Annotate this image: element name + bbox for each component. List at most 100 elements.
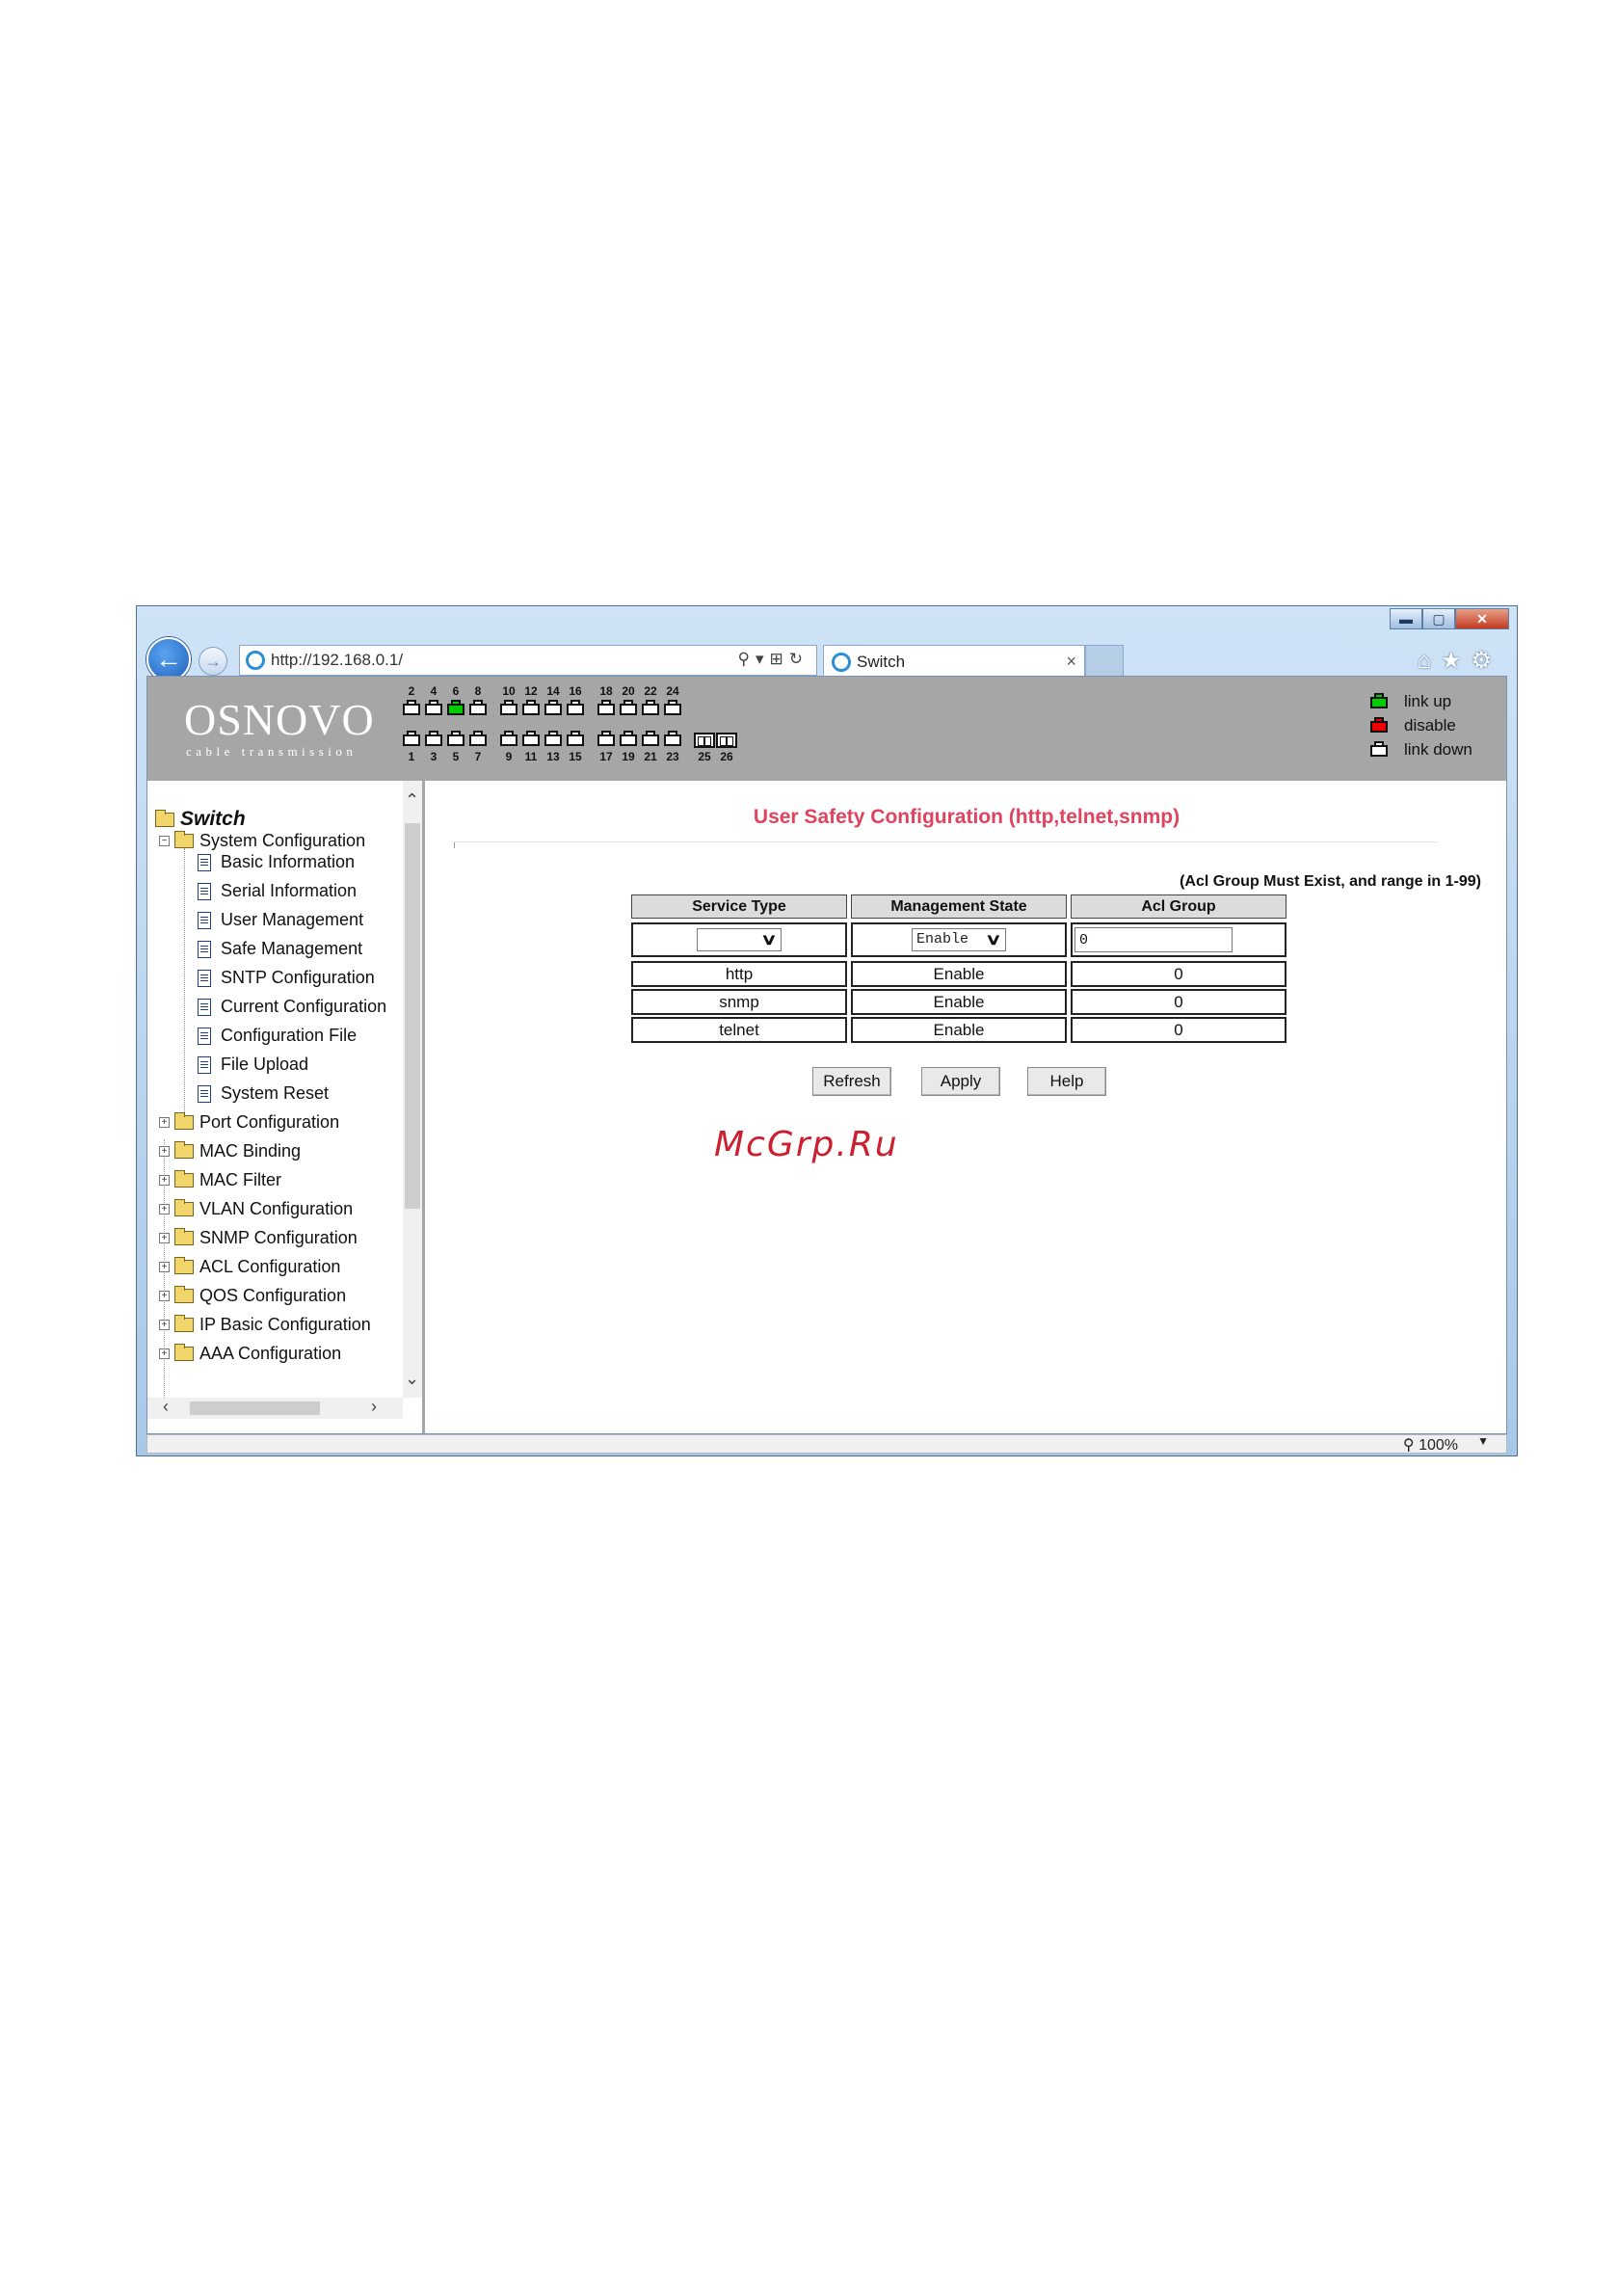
sidebar-item-current-configuration[interactable]: Current Configuration (198, 997, 386, 1017)
fiber-port-icon[interactable] (694, 733, 715, 748)
address-bar[interactable]: http://192.168.0.1/ ⚲▾⊞↻ (239, 645, 817, 676)
forward-button[interactable]: → (199, 647, 227, 676)
sidebar-item-safe-management[interactable]: Safe Management (198, 939, 362, 959)
sidebar: Switch − System Configuration Basic Info… (147, 781, 425, 1433)
maximize-button[interactable]: ▢ (1422, 608, 1455, 629)
acl-group-input[interactable]: 0 (1074, 927, 1233, 952)
status-bar: ⚲ 100% ▼ (146, 1434, 1507, 1454)
scroll-down-icon[interactable]: ⌄ (405, 1369, 419, 1389)
sidebar-folder-port-configuration[interactable]: + Port Configuration (159, 1112, 339, 1133)
sidebar-horizontal-scrollbar[interactable]: ‹ › (147, 1397, 403, 1419)
expand-icon[interactable]: + (159, 1320, 170, 1330)
scroll-left-icon[interactable]: ‹ (163, 1397, 169, 1417)
sidebar-item-file-upload[interactable]: File Upload (198, 1055, 308, 1075)
ethernet-port-icon[interactable] (566, 700, 585, 717)
ethernet-port-icon[interactable] (663, 700, 682, 717)
expand-icon[interactable]: + (159, 1204, 170, 1215)
management-state-select[interactable]: Enable ∨ (912, 928, 1006, 951)
table-cell-acl: 0 (1071, 1017, 1286, 1043)
zoom-icon: ⚲ (1402, 1437, 1415, 1454)
ethernet-port-icon[interactable] (566, 731, 585, 748)
help-button[interactable]: Help (1027, 1067, 1106, 1096)
ethernet-port-icon[interactable] (402, 700, 421, 717)
expand-icon[interactable]: + (159, 1146, 170, 1157)
address-tools-icons[interactable]: ⚲▾⊞↻ (738, 650, 809, 669)
tree-guide-line (184, 848, 185, 1128)
ethernet-port-icon[interactable] (424, 700, 443, 717)
ethernet-port-icon[interactable] (544, 731, 563, 748)
sidebar-item-user-management[interactable]: User Management (198, 910, 363, 930)
sidebar-folder-ip-basic-configuration[interactable]: + IP Basic Configuration (159, 1315, 371, 1335)
sidebar-folder-qos-configuration[interactable]: + QOS Configuration (159, 1286, 346, 1306)
vertical-scroll-thumb[interactable] (405, 823, 420, 1209)
home-favorites-settings-icons[interactable]: ⌂★⚙ (1417, 647, 1501, 675)
ethernet-port-icon[interactable] (446, 731, 465, 748)
zoom-level[interactable]: ⚲ 100% (1403, 1435, 1458, 1455)
sidebar-item-basic-information[interactable]: Basic Information (198, 852, 355, 872)
ethernet-port-icon[interactable] (544, 700, 563, 717)
tab-switch[interactable]: Switch × (823, 645, 1085, 678)
port-number-label: 10 (502, 684, 516, 698)
table-cell-state: Enable (851, 961, 1067, 987)
minimize-button[interactable]: ▬ (1390, 608, 1422, 629)
ethernet-port-icon[interactable] (663, 731, 682, 748)
ethernet-port-icon[interactable] (402, 731, 421, 748)
ethernet-port-icon[interactable] (641, 731, 660, 748)
sidebar-item-serial-information[interactable]: Serial Information (198, 881, 357, 901)
expand-icon[interactable]: + (159, 1262, 170, 1272)
port-number-label: 23 (666, 750, 679, 763)
close-window-button[interactable]: ✕ (1455, 608, 1509, 629)
folder-icon (174, 1315, 194, 1332)
port-number-label: 25 (698, 750, 711, 763)
port-number-label: 16 (569, 684, 582, 698)
ethernet-port-icon[interactable] (424, 731, 443, 748)
zoom-dropdown-icon[interactable]: ▼ (1477, 1434, 1489, 1448)
expand-icon[interactable]: + (159, 1348, 170, 1359)
ethernet-port-icon[interactable] (521, 731, 541, 748)
sidebar-folder-vlan-configuration[interactable]: + VLAN Configuration (159, 1199, 353, 1219)
sidebar-item-system-reset[interactable]: System Reset (198, 1083, 329, 1104)
tree-folder-system-configuration[interactable]: − System Configuration (159, 831, 365, 851)
sidebar-item-configuration-file[interactable]: Configuration File (198, 1026, 357, 1046)
ethernet-port-icon[interactable] (468, 700, 488, 717)
expand-icon[interactable]: + (159, 1291, 170, 1301)
table-cell-acl: 0 (1071, 961, 1286, 987)
new-tab-button[interactable] (1085, 645, 1124, 678)
chevron-down-icon: ∨ (985, 932, 1002, 948)
ie-page-icon (246, 651, 265, 670)
ethernet-port-icon[interactable] (597, 731, 616, 748)
horizontal-scroll-thumb[interactable] (190, 1402, 320, 1415)
sidebar-folder-mac-filter[interactable]: + MAC Filter (159, 1170, 281, 1190)
table-cell-acl: 0 (1071, 989, 1286, 1015)
ethernet-port-icon[interactable] (468, 731, 488, 748)
ethernet-port-icon[interactable] (619, 731, 638, 748)
ethernet-port-icon[interactable] (499, 731, 518, 748)
ethernet-port-icon[interactable] (619, 700, 638, 717)
sidebar-vertical-scrollbar[interactable]: ⌃ ⌄ (403, 781, 422, 1398)
sidebar-folder-snmp-configuration[interactable]: + SNMP Configuration (159, 1228, 358, 1248)
folder-icon (174, 1344, 194, 1361)
scroll-right-icon[interactable]: › (371, 1397, 377, 1417)
ethernet-port-icon[interactable] (521, 700, 541, 717)
expand-icon[interactable]: + (159, 1117, 170, 1128)
scroll-up-icon[interactable]: ⌃ (405, 790, 419, 811)
sidebar-folder-mac-binding[interactable]: + MAC Binding (159, 1141, 301, 1161)
sidebar-folder-aaa-configuration[interactable]: + AAA Configuration (159, 1344, 341, 1364)
ethernet-port-icon[interactable] (499, 700, 518, 717)
sidebar-item-sntp-configuration[interactable]: SNTP Configuration (198, 968, 375, 988)
tab-close-icon[interactable]: × (1066, 652, 1076, 672)
fiber-port-icon[interactable] (716, 733, 737, 748)
expand-icon[interactable]: + (159, 1175, 170, 1186)
port-number-label: 26 (720, 750, 733, 763)
ethernet-port-icon[interactable] (446, 700, 465, 717)
apply-button[interactable]: Apply (921, 1067, 1000, 1096)
sidebar-folder-acl-configuration[interactable]: + ACL Configuration (159, 1257, 340, 1277)
refresh-button[interactable]: Refresh (812, 1067, 891, 1096)
ethernet-port-icon[interactable] (641, 700, 660, 717)
collapse-icon[interactable]: − (159, 836, 170, 846)
expand-icon[interactable]: + (159, 1233, 170, 1243)
ethernet-port-icon[interactable] (597, 700, 616, 717)
folder-icon (174, 1286, 194, 1303)
tree-root-switch[interactable]: Switch (155, 808, 246, 831)
service-type-select[interactable]: ∨ (697, 928, 782, 951)
